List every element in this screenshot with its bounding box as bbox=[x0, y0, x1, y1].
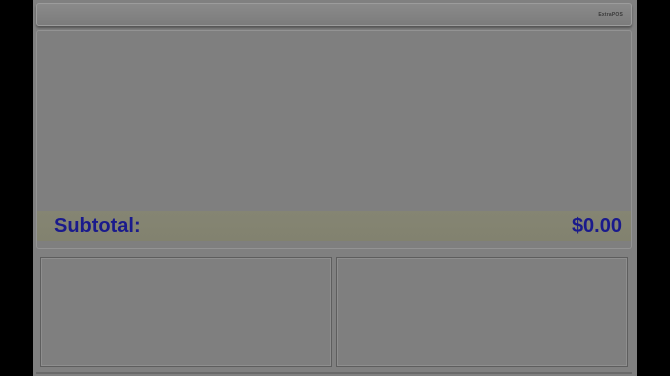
pos-screen: ExtraPOS Subtotal: $0.00 bbox=[33, 0, 637, 376]
right-button-pad[interactable] bbox=[336, 257, 628, 367]
order-panel: Subtotal: $0.00 bbox=[36, 30, 632, 249]
left-button-pad[interactable] bbox=[40, 257, 332, 367]
brand-logo: ExtraPOS bbox=[598, 12, 623, 18]
subtotal-label: Subtotal: bbox=[54, 215, 141, 237]
footer-divider bbox=[36, 372, 632, 374]
header-bar: ExtraPOS bbox=[36, 3, 632, 26]
subtotal-value: $0.00 bbox=[571, 215, 622, 237]
subtotal-bar: Subtotal: $0.00 bbox=[37, 211, 631, 241]
order-item-list[interactable] bbox=[37, 31, 631, 211]
bottom-button-area bbox=[36, 253, 632, 373]
